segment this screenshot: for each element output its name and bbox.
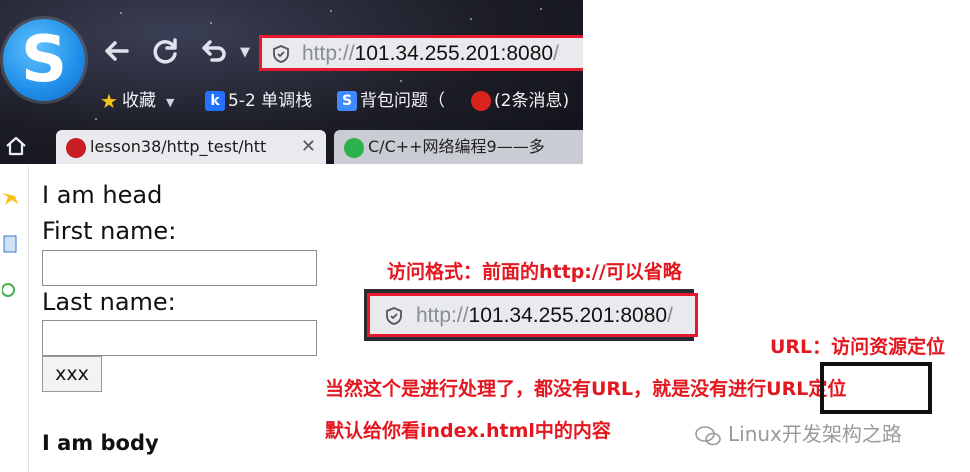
url-highlight-box [820,362,932,414]
url-note: URL：访问资源定位 [770,336,946,358]
shield-icon [386,307,402,325]
head-text: I am head [42,181,163,209]
tab-lesson38[interactable]: lesson38/http_test/htt ✕ [56,130,326,164]
star-icon[interactable] [2,190,18,210]
watermark: Linux开发架构之路 [694,418,902,447]
browser-logo: S [3,19,85,101]
submit-button[interactable]: xxx [42,356,102,392]
bookmark-favorites[interactable]: ★ 收藏 ▼ [99,86,174,116]
first-name-input[interactable] [42,250,317,286]
bookmark-s-icon: S [337,91,357,111]
bookmark-messages[interactable]: (2条消息) [471,86,569,116]
address-bar[interactable]: http://101.34.255.201:8080/ [259,35,583,71]
address-url: http://101.34.255.201:8080/ [302,42,559,65]
document-icon[interactable] [2,234,18,254]
gitee-icon [66,138,86,158]
close-icon[interactable]: ✕ [301,130,316,164]
bookmark-knapsack[interactable]: S 背包问题（ [337,86,445,116]
last-name-label: Last name: [42,288,176,316]
first-name-label: First name: [42,217,177,245]
bookmark-csdn-icon [471,91,491,111]
zoomed-address-bar: http://101.34.255.201:8080/ [367,293,698,337]
tab-network-programming[interactable]: C/C++网络编程9——多 [334,130,583,164]
zoomed-address-url: http://101.34.255.201:8080/ [416,304,673,327]
refresh-icon[interactable] [2,280,18,300]
bookmark-k-icon: k [205,91,225,111]
refresh-icon[interactable] [148,36,182,70]
processing-note: 当然这个是进行处理了，都没有URL，就是没有进行URL定位 [325,378,847,400]
body-text: I am body [42,431,159,455]
home-icon[interactable] [4,134,28,158]
c-icon [344,138,364,158]
wechat-icon [695,425,721,445]
star-icon: ★ [100,89,118,113]
last-name-input[interactable] [42,320,317,356]
format-note: 访问格式：前面的http://可以省略 [387,261,682,283]
browser-chrome: S ▼ http://101.34.255.201:8080/ ★ 收藏 ▼ k 5-… [0,0,583,164]
side-toolbar [0,166,29,472]
tab-strip: lesson38/http_test/htt ✕ C/C++网络编程9——多 [0,126,583,164]
chevron-down-icon[interactable]: ▼ [228,36,262,70]
bookmark-stack[interactable]: k 5-2 单调栈 [205,86,312,116]
undo-icon[interactable] [196,36,230,70]
back-icon[interactable] [99,36,133,70]
default-note: 默认给你看index.html中的内容 [325,420,611,442]
shield-icon [273,45,289,63]
